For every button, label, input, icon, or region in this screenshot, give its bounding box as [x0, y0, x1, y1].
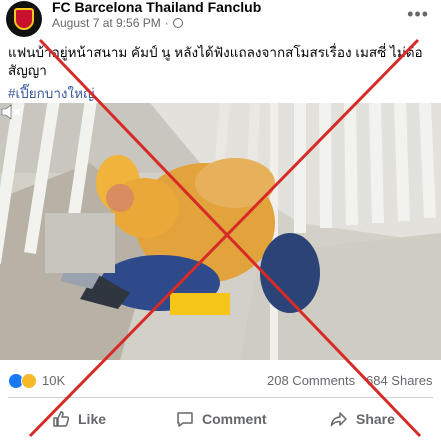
video-frame	[0, 103, 441, 360]
page-name-link[interactable]: FC Barcelona Thailand Fanclub	[52, 0, 261, 15]
globe-icon	[172, 18, 183, 28]
post-caption: แฟนบ้าอยู่หน้าสนาม คัมป์ นู หลังได้ฟังแถ…	[8, 45, 423, 78]
more-options-button[interactable]: •••	[407, 4, 429, 25]
share-button[interactable]: Share	[330, 402, 395, 436]
thumbs-up-icon	[53, 411, 70, 427]
divider	[8, 397, 433, 398]
shares-count[interactable]: 684 Shares	[366, 373, 433, 388]
post-video[interactable]	[0, 103, 441, 360]
post-header: FC Barcelona Thailand Fanclub August 7 a…	[0, 0, 441, 40]
comment-icon	[177, 412, 193, 427]
share-label: Share	[356, 411, 395, 427]
page-avatar[interactable]	[6, 1, 42, 37]
share-icon	[330, 412, 347, 427]
like-button[interactable]: Like	[52, 402, 106, 436]
post-actions: Like Comment Share	[0, 402, 441, 436]
post-meta: August 7 at 9:56 PM ·	[52, 16, 183, 30]
hashtag-link[interactable]: #เปี๊ยกบางใหญ่	[8, 82, 95, 104]
reaction-count[interactable]: 10K	[42, 373, 65, 388]
sound-off-icon[interactable]	[0, 103, 22, 121]
like-label: Like	[78, 411, 107, 427]
sad-reaction-icon[interactable]	[21, 373, 37, 389]
comments-count[interactable]: 208 Comments	[267, 373, 355, 388]
post-stats: 10K 208 Comments 684 Shares	[0, 370, 441, 392]
comment-label: Comment	[202, 411, 267, 427]
comment-button[interactable]: Comment	[176, 402, 267, 436]
club-crest-icon	[14, 8, 34, 30]
post-timestamp[interactable]: August 7 at 9:56 PM	[52, 16, 161, 30]
